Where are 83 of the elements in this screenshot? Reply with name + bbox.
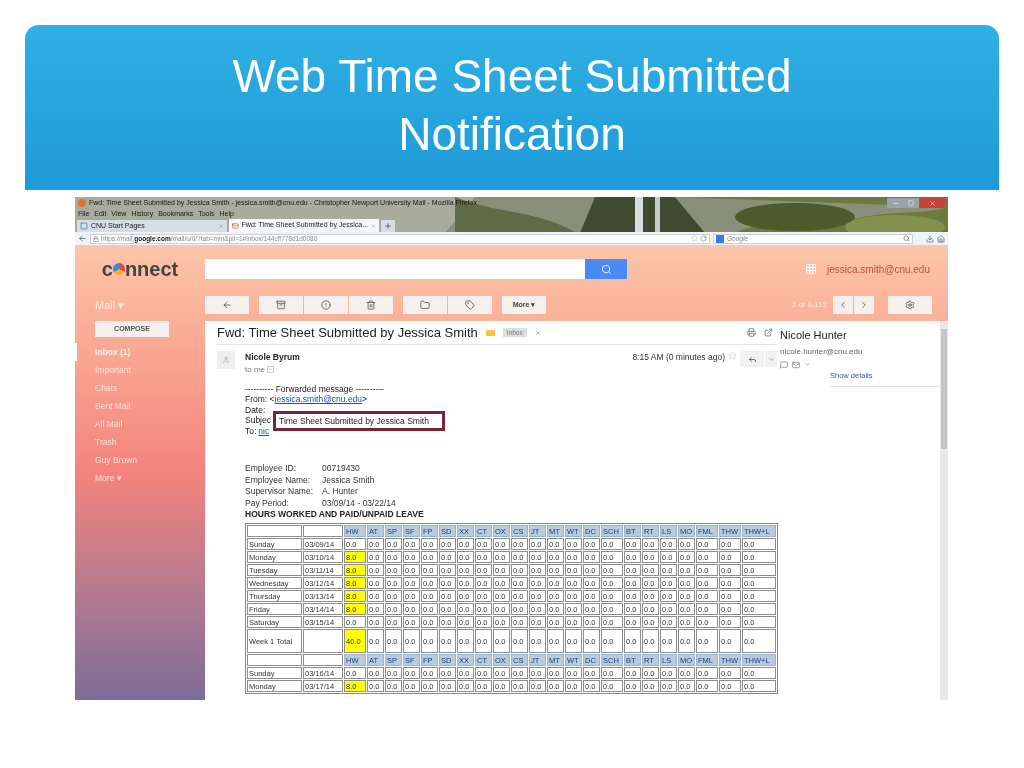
reply-button[interactable] xyxy=(740,351,764,367)
trash-icon xyxy=(366,300,376,310)
lock-icon xyxy=(93,235,99,242)
search-icon xyxy=(903,235,910,242)
message-subject: Fwd: Time Sheet Submitted by Jessica Smith xyxy=(217,323,478,342)
detail-label: Pay Period: xyxy=(245,496,290,509)
chevron-right-icon xyxy=(859,300,869,310)
to-label: To: xyxy=(245,425,257,437)
sender-name: Nicole Byrum xyxy=(245,351,300,364)
reply-options-button[interactable] xyxy=(765,351,777,367)
close-button[interactable] xyxy=(919,198,945,208)
important-marker-icon xyxy=(485,329,495,336)
recipient: to me xyxy=(245,363,265,376)
firefox-icon xyxy=(78,199,86,207)
mail-icon xyxy=(232,221,239,230)
google-icon xyxy=(716,234,724,243)
spam-button[interactable] xyxy=(304,296,348,314)
detail-value: 03/09/14 - 03/22/14 xyxy=(322,496,396,509)
home-icon[interactable] xyxy=(937,234,945,243)
label-button[interactable] xyxy=(448,296,492,314)
delete-button[interactable] xyxy=(349,296,393,314)
archive-button[interactable] xyxy=(259,296,303,314)
bracket: > xyxy=(362,394,368,405)
new-window-icon[interactable] xyxy=(764,328,773,337)
slide-title: Web Time Sheet Submitted Notification xyxy=(231,49,793,162)
older-button[interactable] xyxy=(854,296,874,314)
maximize-button[interactable] xyxy=(903,198,919,208)
folder-icon xyxy=(420,300,430,310)
settings-icon xyxy=(905,300,915,310)
close-icon xyxy=(928,199,936,207)
download-icon[interactable] xyxy=(926,234,934,243)
detail-value: A. Hunter xyxy=(322,485,358,497)
details-caret-icon[interactable] xyxy=(267,366,274,374)
newer-button[interactable] xyxy=(833,296,853,314)
forwarded-header: ---------- Forwarded message ---------- xyxy=(245,383,385,395)
caret-icon xyxy=(767,355,775,363)
from-label: From: < xyxy=(245,394,275,405)
move-button[interactable] xyxy=(403,296,447,314)
detail-value: 00719430 xyxy=(322,462,360,474)
archive-icon xyxy=(276,300,286,310)
page-icon xyxy=(80,222,88,230)
minimize-button[interactable] xyxy=(887,198,903,208)
email-link[interactable]: jessica.smith@cnu.edu xyxy=(274,394,363,405)
message-time: 8:15 AM (0 minutes ago) xyxy=(632,351,725,364)
search-button[interactable] xyxy=(585,259,627,279)
star-icon[interactable] xyxy=(691,235,698,242)
new-tab-button[interactable] xyxy=(381,220,395,232)
email-link[interactable]: nic xyxy=(258,425,270,437)
contact-name: Nicole Hunter xyxy=(780,328,848,343)
maximize-icon xyxy=(908,200,914,206)
close-tab-icon[interactable] xyxy=(218,223,224,229)
person-icon xyxy=(222,356,230,364)
mail-search-field[interactable] xyxy=(205,259,585,279)
search-icon xyxy=(600,263,612,275)
back-arrow-icon xyxy=(222,300,232,310)
detail-value: Jessica Smith xyxy=(322,473,375,486)
settings-button[interactable] xyxy=(888,296,932,314)
close-tab-icon[interactable] xyxy=(371,222,376,229)
detail-label: Employee ID: xyxy=(245,462,298,474)
back-button[interactable] xyxy=(205,296,249,314)
reload-icon[interactable] xyxy=(700,235,707,242)
apps-icon[interactable] xyxy=(805,263,817,275)
tag-icon xyxy=(465,300,475,310)
mail-icon[interactable] xyxy=(792,360,800,369)
section-title: HOURS WORKED AND PAID/UNPAID LEAVE xyxy=(245,508,425,521)
caret-icon[interactable] xyxy=(804,361,811,368)
print-icon[interactable] xyxy=(747,328,756,337)
callout-text: Time Sheet Submitted by Jessica Smith xyxy=(279,415,429,426)
date-label: Date: xyxy=(245,404,266,416)
plus-icon xyxy=(384,222,392,230)
detail-label: Employee Name: xyxy=(245,473,312,486)
star-icon[interactable] xyxy=(728,351,737,360)
chevron-left-icon xyxy=(838,300,848,310)
chat-icon[interactable] xyxy=(780,360,788,369)
reply-icon xyxy=(747,354,757,364)
subject-label: Subjec xyxy=(245,415,271,426)
remove-label-icon[interactable] xyxy=(534,329,541,336)
alert-icon xyxy=(321,300,331,310)
back-icon[interactable] xyxy=(78,234,87,243)
connect-logo: c nnect xyxy=(101,257,179,282)
detail-label: Supervisor Name: xyxy=(245,485,315,497)
contact-email: nicole.hunter@cnu.edu xyxy=(780,345,864,358)
scrollbar[interactable] xyxy=(940,321,948,700)
